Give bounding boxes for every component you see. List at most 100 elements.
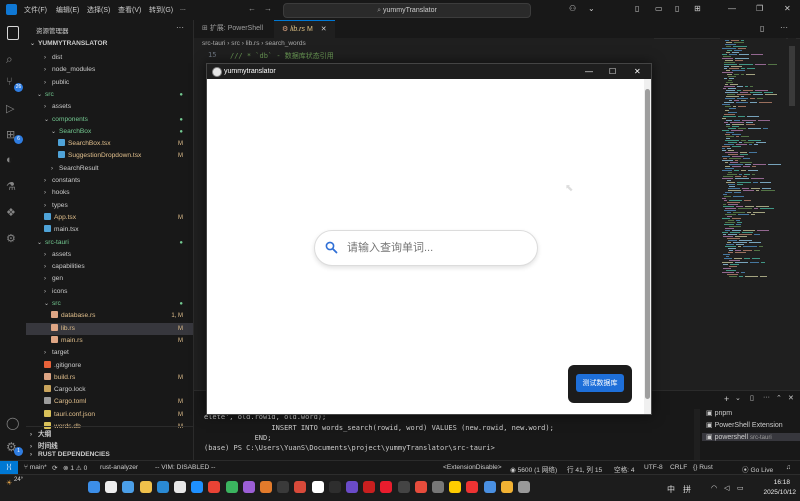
problems-indicator[interactable]: ⊗ 1 ⚠ 0 xyxy=(63,464,87,472)
app-icon[interactable] xyxy=(397,481,410,493)
section-timeline[interactable]: › 时间线 xyxy=(30,440,58,450)
tab-powershell-extension[interactable]: ⊞ 扩展: PowerShell xyxy=(194,20,272,38)
search-icon[interactable]: ⌕ xyxy=(6,52,20,66)
chrome-icon[interactable] xyxy=(208,481,221,493)
tree-item-searchbox[interactable]: ⌄ SearchBox ● xyxy=(26,126,193,138)
vim-status[interactable]: -- VIM: DISABLED -- xyxy=(155,464,215,471)
editor-more-icon[interactable]: ··· xyxy=(780,23,788,32)
search-box[interactable] xyxy=(314,230,538,266)
tree-item-components[interactable]: ⌄ components ● xyxy=(26,114,193,126)
cursor-position[interactable]: 行 41, 列 15 xyxy=(567,464,602,474)
tree-item-hooks[interactable]: › hooks xyxy=(26,187,193,199)
tree-item-dist[interactable]: › dist xyxy=(26,52,193,64)
notifications-bell-icon[interactable]: ♫ xyxy=(786,464,791,471)
ime-mode[interactable]: 拼 xyxy=(683,484,691,495)
terminal-session-powershell-extension[interactable]: ▣ PowerShell Extension xyxy=(706,421,783,429)
close-panel-icon[interactable]: ✕ xyxy=(788,394,794,402)
terminal-icon[interactable] xyxy=(277,481,290,493)
menu-file[interactable]: 文件(F) xyxy=(24,5,47,15)
task-view-icon[interactable] xyxy=(122,481,135,493)
chevron-down-icon[interactable]: ⌄ xyxy=(588,4,595,13)
workspace-root[interactable]: ⌄ YUMMYTRANSLATOR xyxy=(30,40,107,47)
terminal-more-icon[interactable]: ··· xyxy=(763,394,770,401)
tree-item-icons[interactable]: › icons xyxy=(26,286,193,298)
vscode-icon[interactable] xyxy=(156,481,169,493)
run-debug-icon[interactable]: ▷ xyxy=(6,102,20,116)
search-input[interactable] xyxy=(345,239,529,257)
app-scrollbar[interactable] xyxy=(644,79,651,414)
test-database-button[interactable]: 测试数据库 xyxy=(576,374,624,392)
app-icon[interactable] xyxy=(260,481,272,493)
tree-item-constants[interactable]: › constants xyxy=(26,175,193,187)
app-icon[interactable] xyxy=(518,481,530,493)
app-maximize-icon[interactable]: ☐ xyxy=(609,64,616,79)
clock-time[interactable]: 16:18 xyxy=(760,479,790,486)
terminal[interactable]: elete', old.rowid, old.word); INSERT INT… xyxy=(194,408,694,460)
tree-item-cargo-lock[interactable]: Cargo.lock xyxy=(26,384,193,396)
notepad-icon[interactable] xyxy=(174,481,186,493)
rust-analyzer-status[interactable]: rust-analyzer xyxy=(100,464,138,471)
app-icon[interactable] xyxy=(311,481,324,493)
go-live[interactable]: ⦿ Go Live xyxy=(742,464,773,474)
extensions-icon[interactable]: ⊞ 6 xyxy=(6,128,23,144)
sync-icon[interactable]: ⟳ xyxy=(52,464,58,472)
start-icon[interactable] xyxy=(88,481,100,493)
back-arrow-icon[interactable]: ← xyxy=(248,4,256,13)
battery-icon[interactable]: ▭ xyxy=(737,484,744,492)
tab-close-icon[interactable]: ✕ xyxy=(321,26,327,33)
menu-view[interactable]: 查看(V) xyxy=(118,5,141,15)
scroll-up-icon[interactable] xyxy=(645,82,650,85)
indentation[interactable]: 空格: 4 xyxy=(614,464,635,474)
new-terminal-icon[interactable]: + xyxy=(724,394,729,404)
tree-item-database-rs[interactable]: database.rs 1, M xyxy=(26,310,193,322)
app-icon[interactable] xyxy=(483,481,496,493)
clock-date[interactable]: 2025/10/12 xyxy=(752,489,796,496)
restore-icon[interactable]: ❐ xyxy=(756,4,763,13)
editor-scrollbar[interactable] xyxy=(788,38,796,388)
section-outline[interactable]: › 大纲 xyxy=(30,428,51,438)
testing-icon[interactable]: ⚗ xyxy=(6,180,20,194)
command-center-search[interactable]: ⌕ yummyTranslator xyxy=(283,3,531,18)
app-icon[interactable] xyxy=(346,481,358,493)
explorer-icon[interactable] xyxy=(7,26,19,40)
encoding[interactable]: UTF-8 xyxy=(644,464,663,471)
tree-item-capabilities[interactable]: › capabilities xyxy=(26,261,193,273)
app-icon[interactable] xyxy=(328,481,341,493)
section-rust-dependencies[interactable]: › RUST DEPENDENCIES xyxy=(30,451,110,458)
layout-sidebar-icon[interactable]: ▯ xyxy=(635,4,639,13)
app-icon[interactable] xyxy=(414,481,427,493)
split-editor-icon[interactable]: ▯ xyxy=(760,24,764,33)
app-close-icon[interactable]: ✕ xyxy=(634,64,641,79)
tree-item-app-tsx[interactable]: App.tsx M xyxy=(26,212,193,224)
app-icon[interactable] xyxy=(432,481,444,493)
layout-panel-icon[interactable]: ▭ xyxy=(655,4,663,13)
more-actions-icon[interactable]: ··· xyxy=(176,23,184,32)
scrollbar-thumb[interactable] xyxy=(645,89,650,399)
tree-item-src-tauri[interactable]: ⌄ src-tauri ● xyxy=(26,237,193,249)
tree-item-tauri-conf-json[interactable]: tauri.conf.json M xyxy=(26,409,193,421)
copilot-icon[interactable]: ⚇ xyxy=(569,4,576,13)
app-icon[interactable] xyxy=(500,481,513,493)
terminal-session-powershell[interactable]: ▣ powershell src-tauri xyxy=(702,433,800,441)
tree-item-searchresult[interactable]: › SearchResult xyxy=(26,163,193,175)
tree-item-public[interactable]: › public xyxy=(26,77,193,89)
app-icon[interactable] xyxy=(294,481,307,493)
language-mode[interactable]: {} Rust xyxy=(693,464,713,471)
python-icon[interactable]: ❖ xyxy=(6,206,20,220)
app-minimize-icon[interactable]: — xyxy=(585,64,593,79)
menu-more[interactable]: ... xyxy=(180,5,186,12)
menu-edit[interactable]: 编辑(E) xyxy=(56,5,79,15)
wechat-icon[interactable] xyxy=(225,481,238,493)
app-icon[interactable] xyxy=(363,481,376,493)
tree-item-target[interactable]: › target xyxy=(26,347,193,359)
tree-item-build-rs[interactable]: build.rs M xyxy=(26,372,193,384)
extension-status[interactable]: <ExtensionDisable> xyxy=(443,464,502,471)
app-icon[interactable] xyxy=(466,481,479,493)
tree-item-cargo-toml[interactable]: Cargo.toml M xyxy=(26,396,193,408)
terminal-session-pnpm[interactable]: ▣ pnpm xyxy=(706,409,732,417)
chevron-down-icon[interactable]: ⌄ xyxy=(735,394,741,402)
menu-selection[interactable]: 选择(S) xyxy=(87,5,110,15)
split-terminal-icon[interactable]: ▯ xyxy=(750,394,754,402)
forward-arrow-icon[interactable]: → xyxy=(264,4,272,13)
menu-goto[interactable]: 转到(G) xyxy=(149,5,173,15)
